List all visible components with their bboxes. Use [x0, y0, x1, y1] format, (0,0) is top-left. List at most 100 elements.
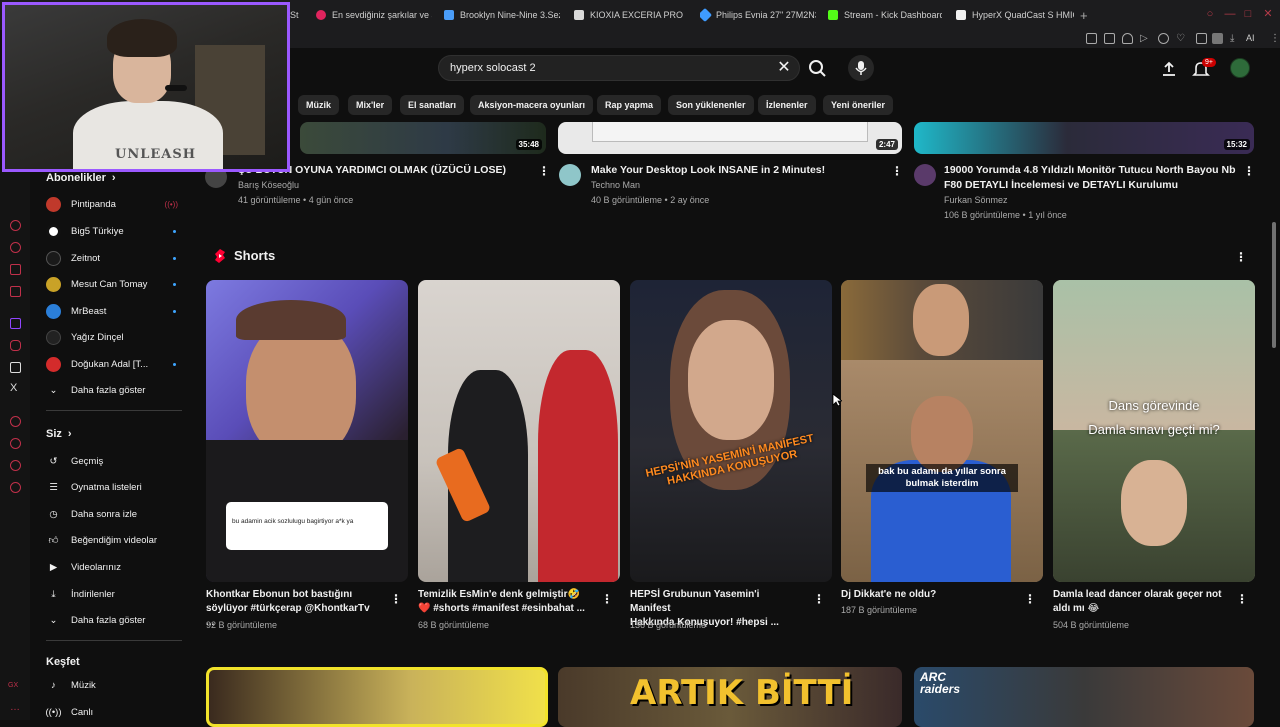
more-icon[interactable]: … — [10, 702, 20, 713]
you-heading[interactable]: Siz › — [46, 428, 72, 440]
video-title[interactable]: Make Your Desktop Look INSANE in 2 Minut… — [591, 163, 881, 178]
sidebar-item-mrbeast[interactable]: MrBeast — [46, 300, 186, 322]
more-actions-icon[interactable]: ⋮ — [538, 163, 550, 179]
short-thumbnail[interactable]: bak bu adamı da yıllar sonra bulmak iste… — [841, 280, 1043, 582]
sidebar-item-zeitnot[interactable]: Zeitnot — [46, 247, 186, 269]
video-thumbnail[interactable] — [206, 667, 548, 727]
video-title-line[interactable]: 19000 Yorumda 4.8 Yıldızlı Monitör Tutuc… — [944, 163, 1244, 178]
video-thumbnail[interactable]: 2:47 — [558, 122, 902, 154]
clear-search-icon[interactable]: ✕ — [775, 59, 793, 77]
sidebar-item-downloads[interactable]: ⤓ İndirilenler — [46, 583, 186, 605]
chip-recent[interactable]: Son yüklenenler — [668, 95, 754, 115]
maximize-icon[interactable]: □ — [1242, 8, 1254, 20]
extension-circle-icon[interactable] — [1158, 33, 1169, 44]
channel-name[interactable]: Furkan Sönmez — [944, 193, 1008, 208]
tab-5[interactable]: Stream - Kick Dashboard — [828, 5, 942, 25]
shield-icon[interactable] — [1122, 33, 1133, 44]
x-icon[interactable]: X — [10, 382, 17, 394]
more-actions-icon[interactable]: ⋮ — [390, 591, 402, 607]
search-tabs-icon[interactable]: ○ — [1204, 8, 1216, 20]
video-title-line[interactable]: F80 DETAYLI İncelemesi ve DETAYLI Kurulu… — [944, 178, 1244, 193]
chip-crafts[interactable]: El sanatları — [400, 95, 465, 115]
short-thumbnail[interactable]: bu adamin acik sozlulugu bagirtiyor a*k … — [206, 280, 408, 582]
chip-action-adventure[interactable]: Aksiyon-macera oyunları — [470, 95, 594, 115]
video-thumbnail[interactable]: ARC raiders — [914, 667, 1254, 727]
sidebar-app-icon[interactable] — [10, 286, 21, 297]
chip-new[interactable]: Yeni öneriler — [823, 95, 894, 115]
short-thumbnail[interactable]: Dans görevinde Damla sınavı geçti mi? — [1053, 280, 1255, 582]
sidebar-app-icon[interactable] — [10, 220, 21, 231]
sidebar-app-icon[interactable] — [10, 416, 21, 427]
sidebar-app-icon[interactable] — [10, 460, 21, 471]
more-actions-icon[interactable]: ⋮ — [891, 163, 903, 179]
menu-icon[interactable]: ⋮ — [1270, 33, 1280, 44]
chip-rap[interactable]: Rap yapma — [597, 95, 662, 115]
video-thumbnail[interactable]: 15:32 — [914, 122, 1254, 154]
more-actions-icon[interactable]: ⋮ — [1024, 591, 1036, 607]
chip-music[interactable]: Müzik — [298, 95, 340, 115]
short-thumbnail[interactable] — [418, 280, 620, 582]
channel-name[interactable]: Barış Köseoğlu — [238, 178, 299, 193]
sidebar-item-watch-later[interactable]: ◷ Daha sonra izle — [46, 503, 186, 525]
more-actions-icon[interactable]: ⋮ — [1243, 163, 1255, 179]
search-box[interactable]: hyperx solocast 2 ✕ — [438, 55, 800, 81]
instagram-icon[interactable] — [10, 340, 21, 351]
voice-search-button[interactable] — [848, 55, 874, 81]
new-tab-button[interactable]: + — [1080, 5, 1094, 25]
sidebar-item-history[interactable]: ↺ Geçmiş — [46, 450, 186, 472]
profile-icon[interactable] — [1212, 33, 1223, 44]
sidebar-item-your-videos[interactable]: ▶ Videolarınız — [46, 556, 186, 578]
sidebar-app-icon[interactable] — [10, 264, 21, 275]
settings-icon[interactable] — [10, 482, 21, 493]
short-title[interactable]: Damla lead dancer olarak geçer not aldı m… — [1053, 588, 1225, 616]
puzzle-icon[interactable] — [1196, 33, 1207, 44]
sidebar-item-yagiz[interactable]: Yağız Dinçel — [46, 326, 186, 348]
channel-avatar[interactable] — [559, 164, 581, 186]
gx-icon[interactable]: GX — [8, 682, 18, 689]
tab-2[interactable]: Brooklyn Nine-Nine 3.Sez — [444, 5, 560, 25]
download-icon[interactable]: ⤓ — [1230, 33, 1241, 44]
shorts-more-icon[interactable]: ⋮ — [1235, 249, 1247, 265]
sidebar-item-music[interactable]: ♪ Müzik — [46, 674, 186, 696]
tiktok-icon[interactable] — [10, 362, 21, 373]
sidebar-app-icon[interactable] — [10, 438, 21, 449]
page-scrollbar[interactable] — [1272, 222, 1276, 348]
tab-3[interactable]: KIOXIA EXCERIA PRO 1TB — [574, 5, 686, 25]
sidebar-item-mesut[interactable]: Mesut Can Tomay — [46, 273, 186, 295]
sidebar-item-big5[interactable]: Big5 Türkiye — [46, 220, 186, 242]
tab-6[interactable]: HyperX QuadCast S HMIC — [956, 5, 1074, 25]
account-avatar[interactable] — [1230, 58, 1250, 78]
sidebar-item-dogukan[interactable]: Doğukan Adal [T... — [46, 353, 186, 375]
chip-mixes[interactable]: Mix'ler — [348, 95, 393, 115]
twitch-icon[interactable] — [10, 318, 21, 329]
short-title[interactable]: Dj Dikkat'e ne oldu? — [841, 588, 1013, 602]
subscriptions-heading[interactable]: Abonelikler › — [46, 172, 116, 184]
screenshot-icon[interactable] — [1104, 33, 1115, 44]
heart-icon[interactable]: ♡ — [1176, 33, 1187, 44]
search-input[interactable]: hyperx solocast 2 — [450, 62, 536, 74]
close-window-icon[interactable]: ✕ — [1262, 8, 1274, 20]
video-thumbnail[interactable]: 35:48 — [300, 122, 546, 154]
chip-watched[interactable]: İzlenenler — [758, 95, 816, 115]
sidebar-item-liked[interactable]: 👍︎ Beğendiğim videolar — [46, 529, 186, 551]
more-actions-icon[interactable]: ⋮ — [601, 591, 613, 607]
channel-name[interactable]: Techno Man — [591, 178, 640, 193]
channel-avatar[interactable] — [914, 164, 936, 186]
search-button[interactable] — [804, 55, 830, 81]
tab-1[interactable]: En sevdiğiniz şarkılar ve a — [316, 5, 432, 25]
ai-button[interactable]: AI — [1246, 33, 1262, 44]
short-thumbnail[interactable]: HEPSİ'NİN YASEMİN'İ MANİFEST HAKKINDA KO… — [630, 280, 832, 582]
show-more-subscriptions[interactable]: ⌄ Daha fazla göster — [46, 379, 186, 401]
play-icon[interactable]: ▷ — [1140, 33, 1151, 44]
sidebar-app-icon[interactable] — [10, 242, 21, 253]
more-actions-icon[interactable]: ⋮ — [1236, 591, 1248, 607]
more-actions-icon[interactable]: ⋮ — [813, 591, 825, 607]
bookmark-icon[interactable] — [1086, 33, 1097, 44]
sidebar-item-pintipanda[interactable]: Pintipanda ((•)) — [46, 193, 186, 215]
tab-4[interactable]: Philips Evnia 27" 27M2N3 — [700, 5, 816, 25]
tab-0[interactable]: St — [290, 5, 308, 25]
sidebar-item-playlists[interactable]: ☰ Oynatma listeleri — [46, 476, 186, 498]
video-thumbnail[interactable]: ARTIK BİTTİ — [558, 667, 902, 727]
create-button[interactable] — [1160, 60, 1178, 78]
show-more-you[interactable]: ⌄ Daha fazla göster — [46, 609, 186, 631]
